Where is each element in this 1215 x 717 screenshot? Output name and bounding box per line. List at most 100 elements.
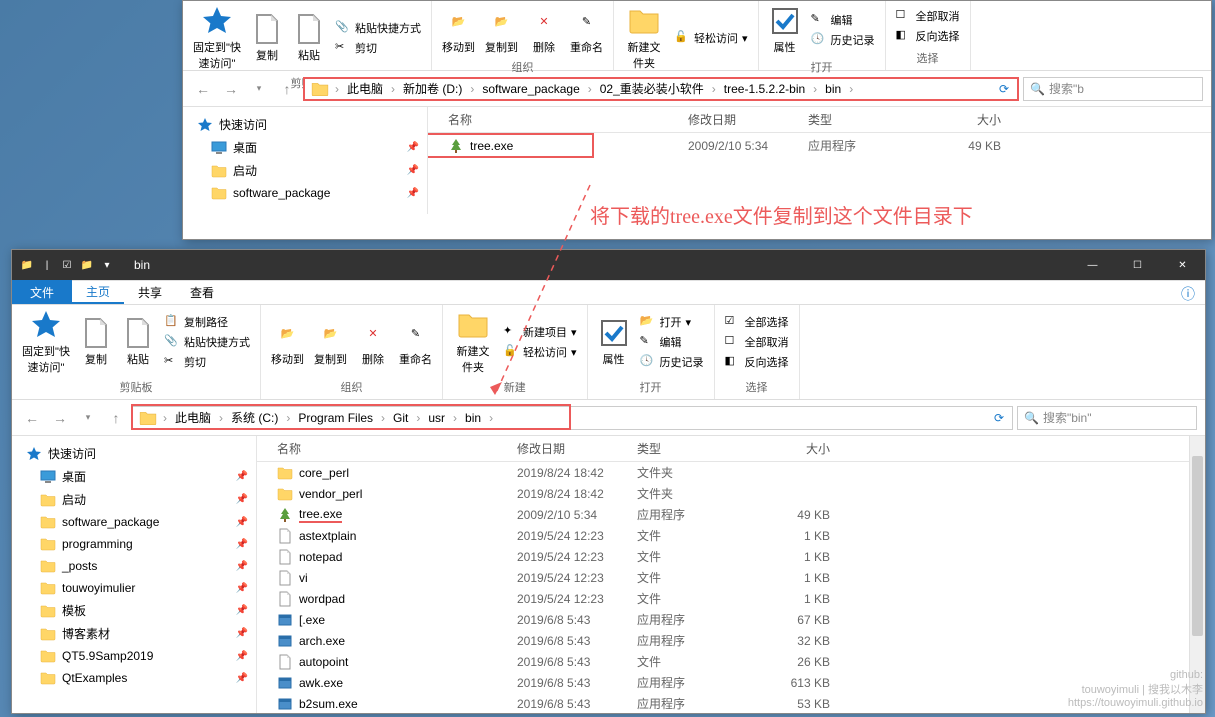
qat-dropdown-icon[interactable]: ▾ xyxy=(98,256,116,274)
breadcrumb-item[interactable]: 此电脑 xyxy=(169,409,217,426)
paste-shortcut-button[interactable]: 📎粘贴快捷方式 xyxy=(333,19,423,37)
cut-button[interactable]: ✂剪切 xyxy=(162,353,252,371)
rename-button[interactable]: ✎重命名 xyxy=(397,315,434,369)
select-all-button[interactable]: ☑全部选择 xyxy=(723,313,791,331)
paste-button[interactable]: 粘贴 xyxy=(120,315,156,369)
file-row[interactable]: awk.exe2019/6/8 5:43应用程序613 KB xyxy=(257,672,1205,693)
breadcrumb-item[interactable]: usr xyxy=(422,411,451,425)
sidebar-item[interactable]: _posts📌 xyxy=(12,555,256,577)
up-button[interactable]: ↑ xyxy=(104,406,128,430)
file-row[interactable]: vi2019/5/24 12:23文件1 KB xyxy=(257,567,1205,588)
sidebar-item[interactable]: 启动📌 xyxy=(183,159,427,182)
new-item-button[interactable]: ✦新建项目 ▾ xyxy=(501,323,579,341)
recent-dropdown[interactable]: ▾ xyxy=(247,77,271,101)
breadcrumb-item[interactable]: software_package xyxy=(476,82,585,96)
breadcrumb-item[interactable]: bin xyxy=(819,82,847,96)
easy-access-button[interactable]: 🔓轻松访问 ▾ xyxy=(501,343,579,361)
copy-path-button[interactable]: 📋复制路径 xyxy=(162,313,252,331)
copy-button[interactable]: 复制 xyxy=(78,315,114,369)
tab-file[interactable]: 文件 xyxy=(12,280,72,304)
maximize-button[interactable]: ☐ xyxy=(1115,250,1160,280)
history-button[interactable]: 🕓历史记录 xyxy=(638,353,706,371)
easy-access-button[interactable]: 🔓轻松访问 ▾ xyxy=(672,29,750,47)
up-button[interactable]: ↑ xyxy=(275,77,299,101)
col-date[interactable]: 修改日期 xyxy=(688,111,808,128)
breadcrumb-item[interactable]: 此电脑 xyxy=(341,80,389,97)
forward-button[interactable]: → xyxy=(48,406,72,430)
copy-button[interactable]: 复制 xyxy=(249,11,285,65)
properties-button[interactable]: 属性 xyxy=(596,315,632,369)
edit-button[interactable]: ✎编辑 xyxy=(638,333,706,351)
sidebar-item[interactable]: 快速访问 xyxy=(12,442,256,465)
breadcrumb[interactable]: › 此电脑›系统 (C:)›Program Files›Git›usr›bin›… xyxy=(132,406,1013,430)
file-row[interactable]: arch.exe2019/6/8 5:43应用程序32 KB xyxy=(257,630,1205,651)
edit-button[interactable]: ✎编辑 xyxy=(809,11,877,29)
paste-shortcut-button[interactable]: 📎粘贴快捷方式 xyxy=(162,333,252,351)
deselect-all-button[interactable]: ☐全部取消 xyxy=(723,333,791,351)
file-row[interactable]: [.exe2019/6/8 5:43应用程序67 KB xyxy=(257,609,1205,630)
col-type[interactable]: 类型 xyxy=(637,440,752,457)
sidebar-item[interactable]: software_package📌 xyxy=(12,511,256,533)
rename-button[interactable]: ✎重命名 xyxy=(568,3,605,57)
qat-properties-icon[interactable]: ☑ xyxy=(58,256,76,274)
breadcrumb-item[interactable]: 系统 (C:) xyxy=(225,409,284,426)
column-headers[interactable]: 名称 修改日期 类型 大小 xyxy=(428,107,1211,133)
open-button[interactable]: 📂打开 ▾ xyxy=(638,313,706,331)
col-name[interactable]: 名称 xyxy=(428,111,688,128)
forward-button[interactable]: → xyxy=(219,77,243,101)
tab-home[interactable]: 主页 xyxy=(72,280,124,304)
file-row[interactable]: wordpad2019/5/24 12:23文件1 KB xyxy=(257,588,1205,609)
col-size[interactable]: 大小 xyxy=(752,440,842,457)
sidebar-item[interactable]: 启动📌 xyxy=(12,488,256,511)
sidebar-item[interactable]: QtExamples📌 xyxy=(12,667,256,689)
refresh-button[interactable]: ⟳ xyxy=(988,411,1010,425)
breadcrumb-item[interactable]: 新加卷 (D:) xyxy=(397,80,468,97)
copy-to-button[interactable]: 📂复制到 xyxy=(312,315,349,369)
file-row[interactable]: b2sum.exe2019/6/8 5:43应用程序53 KB xyxy=(257,693,1205,713)
help-button[interactable]: ⓘ xyxy=(1181,284,1195,304)
refresh-button[interactable]: ⟳ xyxy=(993,82,1015,96)
move-to-button[interactable]: 📂移动到 xyxy=(440,3,477,57)
titlebar[interactable]: 📁 | ☑ 📁 ▾ bin — ☐ ✕ xyxy=(12,250,1205,281)
file-row[interactable]: tree.exe2009/2/10 5:34应用程序49 KB xyxy=(428,133,594,158)
back-button[interactable]: ← xyxy=(20,406,44,430)
breadcrumb-item[interactable]: Git xyxy=(387,411,414,425)
file-row[interactable]: astextplain2019/5/24 12:23文件1 KB xyxy=(257,525,1205,546)
move-to-button[interactable]: 📂移动到 xyxy=(269,315,306,369)
sidebar-item[interactable]: programming📌 xyxy=(12,533,256,555)
invert-selection-button[interactable]: ◧反向选择 xyxy=(723,353,791,371)
file-row[interactable]: notepad2019/5/24 12:23文件1 KB xyxy=(257,546,1205,567)
recent-dropdown[interactable]: ▾ xyxy=(76,406,100,430)
file-row[interactable]: vendor_perl2019/8/24 18:42文件夹 xyxy=(257,483,1205,504)
deselect-all-button[interactable]: ☐全部取消 xyxy=(894,7,962,25)
file-row[interactable]: core_perl2019/8/24 18:42文件夹 xyxy=(257,462,1205,483)
breadcrumb-item[interactable]: bin xyxy=(459,411,487,425)
sidebar-item[interactable]: 博客素材📌 xyxy=(12,622,256,645)
new-folder-button[interactable]: 新建文件夹 xyxy=(451,307,495,377)
tab-share[interactable]: 共享 xyxy=(124,280,176,304)
pin-quick-access-button[interactable]: 固定到"快速访问" xyxy=(20,307,72,377)
copy-to-button[interactable]: 📂复制到 xyxy=(483,3,520,57)
minimize-button[interactable]: — xyxy=(1070,250,1115,280)
delete-button[interactable]: ✕删除 xyxy=(526,3,562,57)
breadcrumb-item[interactable]: 02_重装必装小软件 xyxy=(594,80,710,97)
sidebar-item[interactable]: QT5.9Samp2019📌 xyxy=(12,645,256,667)
tab-view[interactable]: 查看 xyxy=(176,280,228,304)
file-row[interactable]: tree.exe2009/2/10 5:34应用程序49 KB xyxy=(257,504,1205,525)
search-input[interactable]: 🔍搜索"b xyxy=(1023,77,1203,101)
breadcrumb[interactable]: › 此电脑›新加卷 (D:)›software_package›02_重装必装小… xyxy=(303,77,1019,101)
paste-button[interactable]: 粘贴 xyxy=(291,11,327,65)
search-input[interactable]: 🔍搜索"bin" xyxy=(1017,406,1197,430)
sidebar-item[interactable]: 模板📌 xyxy=(12,599,256,622)
close-button[interactable]: ✕ xyxy=(1160,250,1205,280)
sidebar-item[interactable]: 桌面📌 xyxy=(183,136,427,159)
col-date[interactable]: 修改日期 xyxy=(517,440,637,457)
properties-button[interactable]: 属性 xyxy=(767,3,803,57)
history-button[interactable]: 🕓历史记录 xyxy=(809,31,877,49)
breadcrumb-item[interactable]: tree-1.5.2.2-bin xyxy=(718,82,811,96)
sidebar-item[interactable]: touwoyimulier📌 xyxy=(12,577,256,599)
new-folder-button[interactable]: 新建文件夹 xyxy=(622,3,666,73)
col-name[interactable]: 名称 xyxy=(257,440,517,457)
pin-quick-access-button[interactable]: 固定到"快速访问" xyxy=(191,3,243,73)
file-row[interactable]: autopoint2019/6/8 5:43文件26 KB xyxy=(257,651,1205,672)
